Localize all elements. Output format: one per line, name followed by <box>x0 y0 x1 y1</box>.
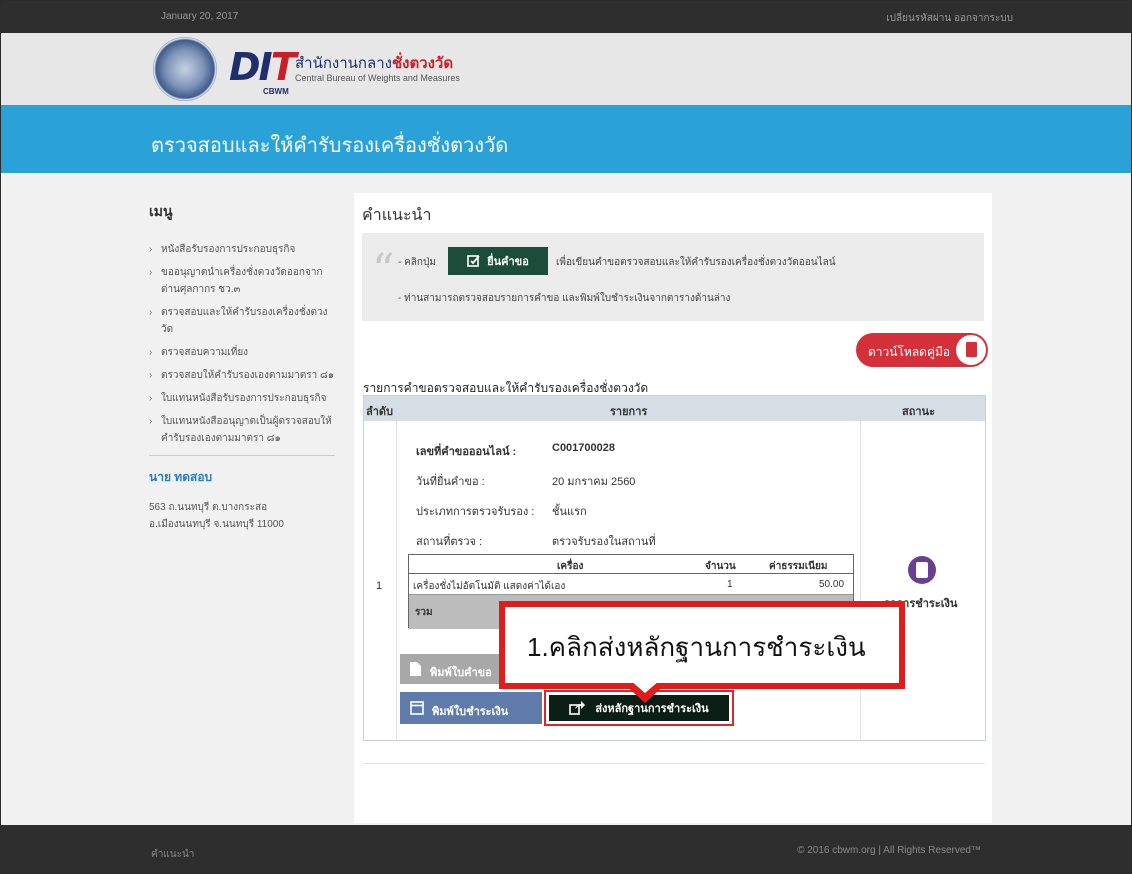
item-fee: 50.00 <box>819 579 845 590</box>
sidebar-item-import-permit[interactable]: ขออนุญาตนำเครื่องชั่งตวงวัดออกจากด่านศุล… <box>149 264 339 298</box>
page-frame: January 20, 2017 เปลี่ยนรหัสผ่าน ออกจากร… <box>0 0 1132 874</box>
pdf-icon <box>956 335 986 365</box>
dit-logo[interactable]: DIT <box>229 45 297 89</box>
request-table: ลำดับ รายการ สถานะ 1 เลขที่คำขอออนไลน์ :… <box>363 395 986 741</box>
sidebar-item-business-certificate[interactable]: หนังสือรับรองการประกอบธุรกิจ <box>149 241 339 258</box>
print-payment-label: พิมพ์ใบชำระเงิน <box>432 706 509 718</box>
column-divider <box>396 421 397 741</box>
items-header: เครื่อง จำนวน ค่าธรรมเนียม <box>409 555 853 574</box>
guide-box: “ - คลิกปุ่ม ยื่นคำขอ เพื่อเขียนคำขอตรวจ… <box>362 233 984 321</box>
footer-copyright: © 2016 cbwm.org | All Rights Reserved™ <box>797 845 981 856</box>
sidebar-menu: หนังสือรับรองการประกอบธุรกิจ ขออนุญาตนำเ… <box>149 241 339 447</box>
org-name-english: Central Bureau of Weights and Measures <box>295 73 460 83</box>
page-banner: ตรวจสอบและให้คำรับรองเครื่องชั่งตวงวัด <box>1 105 1131 173</box>
value-inspection-type: ชั้นแรก <box>552 506 587 518</box>
payment-status-icon <box>908 556 936 584</box>
site-header: DIT CBWM สำนักงานกลางชั่งตวงวัด Central … <box>1 33 1131 105</box>
logo-letter-d: D <box>229 45 261 89</box>
content-divider <box>363 763 985 764</box>
label-inspection-place: สถานที่ตรวจ : <box>416 536 483 548</box>
instruction-callout: 1.คลิกส่งหลักฐานการชำระเงิน <box>499 601 905 689</box>
value-online-number: C001700028 <box>552 442 616 454</box>
guide-line1-prefix: - คลิกปุ่ม <box>398 257 436 268</box>
column-status: สถานะ <box>902 406 935 418</box>
current-date: January 20, 2017 <box>161 11 239 22</box>
document-icon <box>410 662 421 676</box>
table-header: ลำดับ รายการ สถานะ <box>364 396 985 421</box>
row-number: 1 <box>376 580 383 592</box>
submit-request-button[interactable]: ยื่นคำขอ <box>448 247 548 275</box>
account-links[interactable]: เปลี่ยนรหัสผ่าน ออกจากระบบ <box>886 11 1013 26</box>
column-divider <box>860 421 861 741</box>
print-request-label: พิมพ์ใบคำขอ <box>430 667 492 679</box>
submit-request-label: ยื่นคำขอ <box>487 256 529 268</box>
checkbox-edit-icon <box>467 255 480 267</box>
label-inspection-type: ประเภทการตรวจรับรอง : <box>416 506 535 518</box>
org-name-thai-bold: ชั่งตวงวัด <box>391 55 454 72</box>
sidebar-item-inspection[interactable]: ตรวจสอบและให้คำรับรองเครื่องชั่งตวงวัด <box>149 304 339 338</box>
header-fee: ค่าธรรมเนียม <box>769 561 828 572</box>
user-name: นาย ทดสอบ <box>149 470 213 484</box>
item-device: เครื่องชั่งไม่อัตโนมัติ แสดงค่าได้เอง <box>413 581 566 592</box>
quote-icon: “ <box>372 245 395 296</box>
sidebar-item-certificate-replacement[interactable]: ใบแทนหนังสือรับรองการประกอบธุรกิจ <box>149 390 339 407</box>
user-address: 563 ถ.นนทบุรี ต.บางกระสอ อ.เมืองนนทบุรี … <box>149 499 339 533</box>
page-title: ตรวจสอบและให้คำรับรองเครื่องชั่งตวงวัด <box>151 135 509 157</box>
share-icon <box>569 701 586 715</box>
value-submit-date: 20 มกราคม 2560 <box>552 476 636 488</box>
logo-letter-i: I <box>258 45 273 89</box>
address-line-2: อ.เมืองนนทบุรี จ.นนทบุรี 11000 <box>149 519 284 530</box>
main-content: คำแนะนำ “ - คลิกปุ่ม ยื่นคำขอ เพื่อเขียน… <box>354 193 992 823</box>
site-footer: คำแนะนำ © 2016 cbwm.org | All Rights Res… <box>1 825 1131 873</box>
address-line-1: 563 ถ.นนทบุรี ต.บางกระสอ <box>149 502 268 513</box>
label-online-number: เลขที่คำขอออนไลน์ : <box>416 446 517 458</box>
org-name-thai: สำนักงานกลางชั่งตวงวัด <box>295 51 453 75</box>
print-request-button[interactable]: พิมพ์ใบคำขอ <box>400 654 508 684</box>
footer-guide-link[interactable]: คำแนะนำ <box>151 847 194 862</box>
header-quantity: จำนวน <box>705 561 736 572</box>
logo-subtext: CBWM <box>263 87 289 96</box>
sidebar-item-accuracy-check[interactable]: ตรวจสอบความเที่ยง <box>149 344 339 361</box>
guide-line2: - ท่านสามารถตรวจสอบรายการคำขอ และพิมพ์ใบ… <box>398 293 731 304</box>
calendar-icon <box>410 701 424 715</box>
guide-title: คำแนะนำ <box>362 207 432 224</box>
item-quantity: 1 <box>727 579 733 590</box>
seal-logo <box>153 37 217 101</box>
org-name-thai-prefix: สำนักงานกลาง <box>295 55 392 72</box>
value-inspection-place: ตรวจรับรองในสถานที่ <box>552 536 656 548</box>
top-bar: January 20, 2017 เปลี่ยนรหัสผ่าน ออกจากร… <box>1 1 1131 33</box>
callout-pointer-inner <box>631 681 659 693</box>
total-label: รวม <box>415 607 433 618</box>
sidebar-item-self-certify[interactable]: ตรวจสอบให้คำรับรองเองตามมาตรา ๘๑ <box>149 367 339 384</box>
menu-heading: เมนู <box>149 203 173 219</box>
label-submit-date: วันที่ยื่นคำขอ : <box>416 476 485 488</box>
sidebar-divider <box>149 455 335 456</box>
logo-letter-t: T <box>270 45 297 89</box>
column-item: รายการ <box>610 406 648 418</box>
sidebar-item-permit-replacement[interactable]: ใบแทนหนังสืออนุญาตเป็นผู้ตรวจสอบให้คำรับ… <box>149 413 339 447</box>
guide-line1-suffix: เพื่อเขียนคำขอตรวจสอบและให้คำรับรองเครื่… <box>556 257 836 268</box>
callout-text: 1.คลิกส่งหลักฐานการชำระเงิน <box>527 632 866 662</box>
header-device: เครื่อง <box>557 561 584 572</box>
table-row: เครื่องชั่งไม่อัตโนมัติ แสดงค่าได้เอง 1 … <box>409 574 853 595</box>
download-manual-label: ดาวน์โหลดคู่มือ <box>868 345 951 359</box>
download-manual-button[interactable]: ดาวน์โหลดคู่มือ <box>856 333 988 367</box>
sidebar: เมนู หนังสือรับรองการประกอบธุรกิจ ขออนุญ… <box>149 201 339 533</box>
print-payment-button[interactable]: พิมพ์ใบชำระเงิน <box>400 692 542 724</box>
column-number: ลำดับ <box>366 406 394 418</box>
